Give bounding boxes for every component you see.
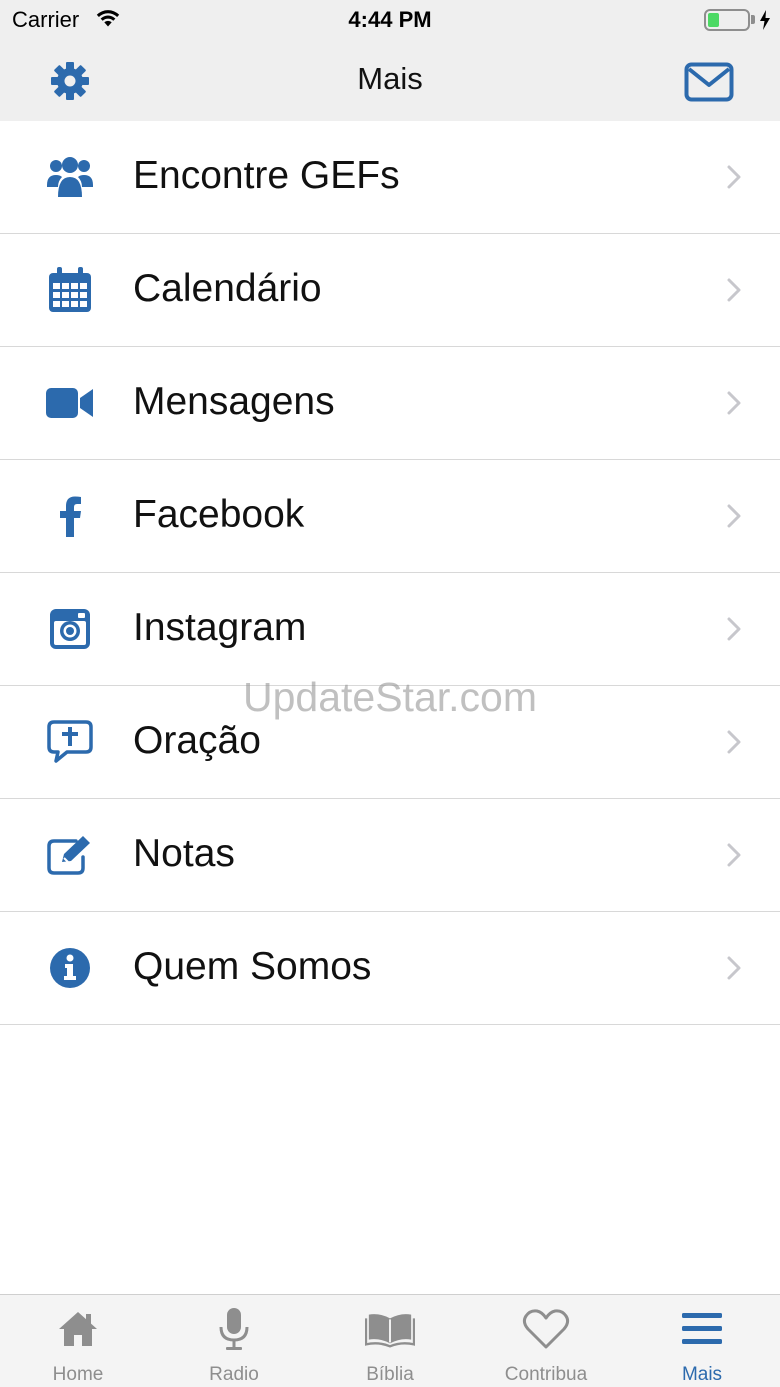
menu-item-label: Instagram [133,606,307,649]
menu-item-quem-somos[interactable]: Quem Somos [0,912,780,1025]
menu-item-label: Calendário [133,267,322,310]
more-menu-list: Encontre GEFs Calendário Mensagens Faceb… [0,121,780,1025]
info-icon [44,944,96,992]
tab-home[interactable]: Home [0,1295,156,1387]
heart-icon [521,1307,571,1351]
menu-item-label: Oração [133,719,261,762]
chevron-right-icon [727,391,741,415]
battery-level [708,13,719,27]
chevron-right-icon [727,504,741,528]
page-title: Mais [357,61,423,96]
chevron-right-icon [727,165,741,189]
status-bar: Carrier 4:44 PM [0,0,780,40]
tab-label: Mais [681,1364,723,1385]
menu-item-label: Facebook [133,493,305,536]
menu-item-instagram[interactable]: Instagram [0,573,780,686]
chevron-right-icon [727,730,741,754]
menu-item-label: Notas [133,832,235,875]
book-icon [365,1307,415,1351]
menu-item-mensagens[interactable]: Mensagens [0,347,780,460]
microphone-icon [209,1307,259,1351]
status-time: 4:44 PM [348,7,432,32]
menu-item-oracao[interactable]: Oração [0,686,780,799]
instagram-icon [44,605,96,653]
tab-label: Bíblia [366,1364,414,1385]
menu-item-calendario[interactable]: Calendário [0,234,780,347]
video-camera-icon [44,379,96,427]
menu-item-label: Mensagens [133,380,335,423]
battery-tip [751,15,755,24]
users-icon [44,153,96,201]
tab-radio[interactable]: Radio [156,1295,312,1387]
tab-contribua[interactable]: Contribua [468,1295,624,1387]
menu-item-label: Encontre GEFs [133,154,400,197]
home-icon [53,1307,103,1351]
mail-icon[interactable] [684,62,734,102]
tab-biblia[interactable]: Bíblia [312,1295,468,1387]
tab-bar: Home Radio Bíblia Contribua Mais [0,1294,780,1387]
chevron-right-icon [727,956,741,980]
facebook-icon [44,492,96,540]
top-bar: Carrier 4:44 PM Mais [0,0,780,121]
tab-label: Contribua [504,1364,588,1385]
tab-label: Home [52,1364,104,1385]
navigation-bar: Mais [0,40,780,121]
menu-item-notas[interactable]: Notas [0,799,780,912]
charging-bolt-icon [760,10,770,30]
edit-note-icon [44,831,96,879]
chevron-right-icon [727,843,741,867]
chevron-right-icon [727,617,741,641]
tab-mais[interactable]: Mais [624,1295,780,1387]
menu-item-label: Quem Somos [133,945,372,988]
prayer-chat-icon [44,718,96,766]
tab-label: Radio [209,1364,259,1385]
calendar-icon [44,266,96,314]
chevron-right-icon [727,278,741,302]
menu-icon [677,1307,727,1351]
menu-item-facebook[interactable]: Facebook [0,460,780,573]
menu-item-encontre-gefs[interactable]: Encontre GEFs [0,121,780,234]
battery-icon [704,9,750,31]
